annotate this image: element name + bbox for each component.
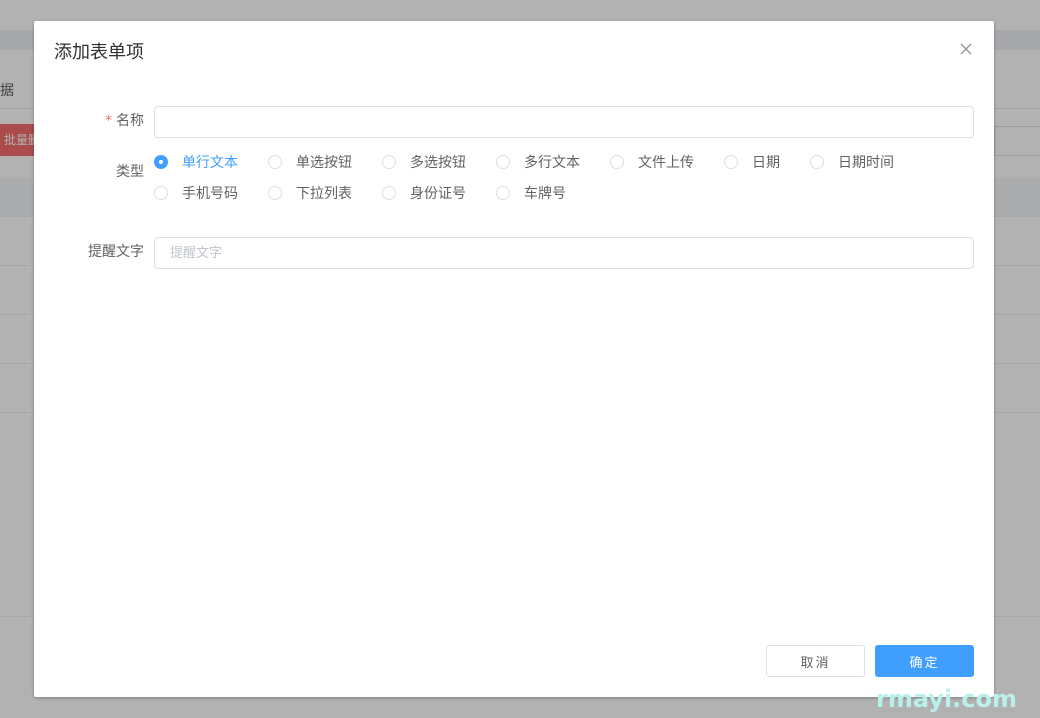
radio-option-label: 单行文本 bbox=[182, 155, 238, 171]
watermark: rmayi.com bbox=[876, 685, 1018, 713]
radio-circle bbox=[610, 155, 624, 169]
radio-circle bbox=[496, 155, 510, 169]
radio-circle bbox=[724, 155, 738, 169]
hint-input[interactable] bbox=[154, 237, 974, 269]
radio-option-phone-number[interactable]: 手机号码 bbox=[154, 183, 238, 203]
radio-option-label: 手机号码 bbox=[182, 186, 238, 202]
required-mark: * bbox=[105, 113, 112, 129]
radio-option-single-choice-button[interactable]: 单选按钮 bbox=[268, 152, 352, 172]
radio-option-label: 多选按钮 bbox=[410, 155, 466, 171]
add-form-item-dialog: 添加表单项 * 名称 类型 单行文本 单选按钮 多选按钮 多行文本 文件上传 日… bbox=[34, 21, 994, 697]
radio-circle bbox=[496, 186, 510, 200]
radio-option-id-number[interactable]: 身份证号 bbox=[382, 183, 466, 203]
radio-circle bbox=[268, 155, 282, 169]
radio-option-multi-line-text[interactable]: 多行文本 bbox=[496, 152, 580, 172]
radio-option-file-upload[interactable]: 文件上传 bbox=[610, 152, 694, 172]
radio-option-label: 身份证号 bbox=[410, 186, 466, 202]
radio-option-date[interactable]: 日期 bbox=[724, 152, 780, 172]
radio-option-license-plate[interactable]: 车牌号 bbox=[496, 183, 566, 203]
radio-circle bbox=[154, 186, 168, 200]
radio-option-label: 单选按钮 bbox=[296, 155, 352, 171]
radio-circle bbox=[382, 155, 396, 169]
radio-option-label: 日期时间 bbox=[838, 155, 894, 171]
name-label: * 名称 bbox=[34, 111, 144, 131]
name-label-text: 名称 bbox=[116, 113, 144, 129]
radio-circle bbox=[810, 155, 824, 169]
radio-option-datetime[interactable]: 日期时间 bbox=[810, 152, 894, 172]
name-input[interactable] bbox=[154, 106, 974, 138]
cancel-button[interactable]: 取消 bbox=[766, 645, 865, 677]
radio-circle bbox=[268, 186, 282, 200]
radio-option-dropdown-list[interactable]: 下拉列表 bbox=[268, 183, 352, 203]
radio-option-label: 车牌号 bbox=[524, 186, 566, 202]
radio-option-label: 多行文本 bbox=[524, 155, 580, 171]
radio-option-multi-choice-button[interactable]: 多选按钮 bbox=[382, 152, 466, 172]
radio-option-label: 日期 bbox=[752, 155, 780, 171]
radio-option-single-line-text[interactable]: 单行文本 bbox=[154, 152, 238, 172]
radio-circle bbox=[382, 186, 396, 200]
hint-label: 提醒文字 bbox=[88, 244, 144, 260]
confirm-button[interactable]: 确定 bbox=[875, 645, 974, 677]
dialog-title: 添加表单项 bbox=[54, 42, 144, 63]
radio-option-label: 文件上传 bbox=[638, 155, 694, 171]
radio-circle bbox=[154, 155, 168, 169]
type-label: 类型 bbox=[116, 164, 144, 180]
radio-option-label: 下拉列表 bbox=[296, 186, 352, 202]
close-icon[interactable] bbox=[956, 39, 976, 59]
